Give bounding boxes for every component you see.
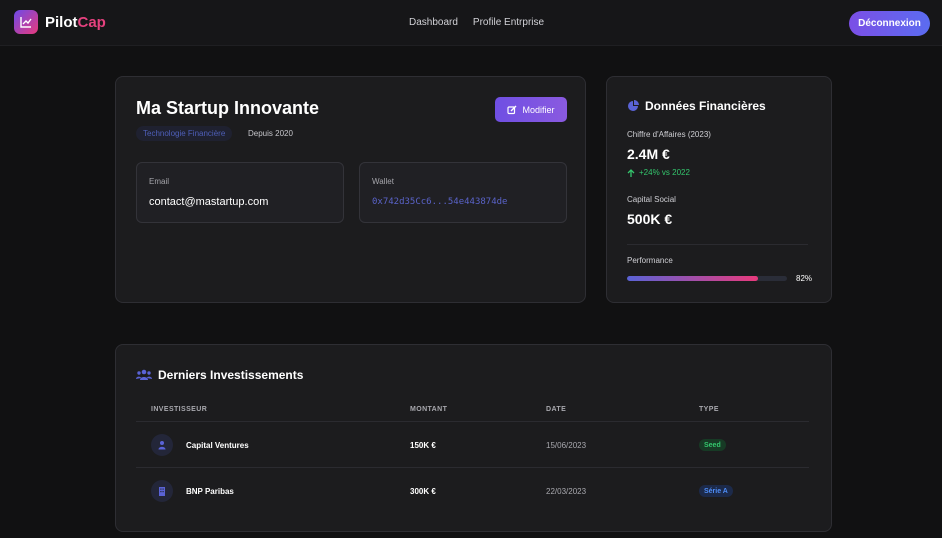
capital-label: Capital Social (627, 195, 676, 204)
wallet-label: Wallet (372, 177, 394, 186)
revenue-delta-text: +24% vs 2022 (639, 168, 690, 177)
col-header-type: TYPE (699, 406, 719, 413)
financial-data-title: Données Financières (627, 99, 766, 113)
edit-icon (507, 105, 517, 114)
email-label: Email (149, 177, 170, 186)
performance-label: Performance (627, 256, 673, 265)
financial-data-card: Données Financières Chiffre d'Affaires (… (606, 76, 832, 303)
col-header-date: DATE (546, 406, 567, 413)
nav-link-dashboard[interactable]: Dashboard (409, 17, 458, 28)
investments-title: Derniers Investissements (136, 368, 303, 382)
capital-value: 500K € (627, 211, 673, 227)
email-box: Email contact@mastartup.com (136, 162, 344, 223)
performance-percent: 82% (796, 274, 813, 283)
row-divider (136, 421, 809, 422)
nav-link-profile[interactable]: Profile Entrprise (473, 17, 544, 28)
top-navbar: PilotCap Dashboard Profile Entrprise Déc… (0, 0, 942, 46)
investor-name: Capital Ventures (186, 441, 249, 450)
type-badge-series-a: Série A (699, 485, 733, 497)
type-badge-seed: Seed (699, 439, 726, 451)
pie-chart-icon (628, 100, 639, 111)
investment-date: 22/03/2023 (546, 487, 587, 496)
edit-button-label: Modifier (522, 104, 555, 115)
nav-links: Dashboard Profile Entrprise (409, 17, 544, 28)
investor-name: BNP Paribas (186, 487, 234, 496)
col-header-investor: INVESTISSEUR (151, 406, 208, 413)
building-icon (151, 480, 173, 502)
company-profile-card: Ma Startup Innovante Technologie Financi… (115, 76, 586, 303)
brand-name-part1: Pilot (45, 13, 78, 31)
revenue-delta: +24% vs 2022 (627, 168, 690, 177)
performance-bar (627, 276, 787, 281)
chart-line-icon (14, 10, 38, 34)
investments-card: Derniers Investissements INVESTISSEUR MO… (115, 344, 832, 532)
company-name: Ma Startup Innovante (136, 98, 320, 118)
email-value[interactable]: contact@mastartup.com (149, 196, 268, 208)
arrow-up-icon (627, 168, 635, 177)
wallet-box: Wallet 0x742d35Cc6...54e443874de (359, 162, 567, 223)
industry-tag: Technologie Financière (136, 126, 233, 141)
brand-name-part2: Cap (77, 13, 106, 31)
revenue-value: 2.4M € (627, 146, 670, 162)
founded-since: Depuis 2020 (248, 129, 293, 138)
divider (627, 244, 808, 245)
revenue-label: Chiffre d'Affaires (2023) (627, 130, 711, 139)
financial-title-text: Données Financières (645, 99, 766, 113)
row-divider (136, 467, 809, 468)
col-header-amount: MONTANT (410, 406, 448, 413)
investment-date: 15/06/2023 (546, 441, 587, 450)
investment-amount: 150K € (410, 441, 436, 450)
user-icon (151, 434, 173, 456)
logout-button[interactable]: Déconnexion (849, 11, 930, 36)
investments-title-text: Derniers Investissements (158, 368, 304, 382)
brand-logo[interactable]: PilotCap (14, 10, 106, 34)
investment-amount: 300K € (410, 487, 436, 496)
edit-button[interactable]: Modifier (495, 97, 567, 122)
users-icon (136, 369, 152, 380)
brand-name: PilotCap (45, 14, 106, 31)
wallet-address[interactable]: 0x742d35Cc6...54e443874de (372, 197, 507, 207)
performance-bar-fill (627, 276, 759, 281)
